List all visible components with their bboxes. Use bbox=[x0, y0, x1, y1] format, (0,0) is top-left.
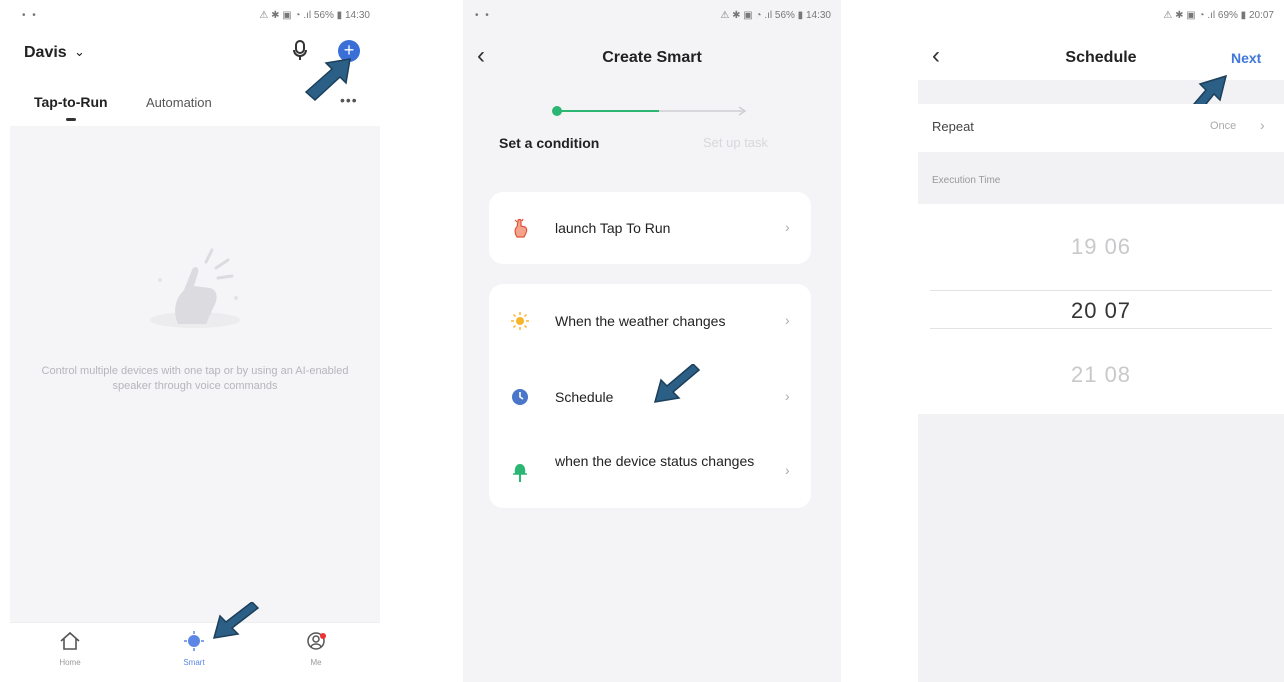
nav-me[interactable]: Me bbox=[286, 631, 346, 667]
more-options-icon[interactable]: ••• bbox=[340, 92, 358, 108]
status-indicators: ⚠ ✱ ▣ ◔ .ıl 56% ▮ 14:30 bbox=[720, 10, 831, 21]
condition-weather-changes[interactable]: When the weather changes › bbox=[489, 284, 811, 356]
home-icon bbox=[60, 631, 80, 650]
device-icon bbox=[513, 464, 527, 482]
picker-option-selected[interactable]: 20 07 bbox=[918, 298, 1284, 324]
chevron-right-icon: › bbox=[785, 462, 790, 478]
picker-option-below[interactable]: 21 08 bbox=[918, 362, 1284, 388]
nav-smart-label: Smart bbox=[183, 658, 205, 667]
chevron-right-icon: › bbox=[1260, 117, 1265, 133]
status-bar: ⚠ ✱ ▣ ◔ .ıl 69% ▮ 20:07 bbox=[918, 10, 1284, 26]
nav-me-label: Me bbox=[310, 658, 322, 667]
picker-divider bbox=[930, 290, 1272, 291]
condition-label: when the device status changes bbox=[555, 453, 755, 469]
status-notifications: • • bbox=[475, 10, 491, 21]
picker-hour: 21 bbox=[1070, 362, 1098, 387]
condition-label: launch Tap To Run bbox=[555, 220, 671, 236]
picker-minute: 08 bbox=[1104, 362, 1132, 387]
sun-icon bbox=[511, 312, 529, 330]
annotation-arrow-icon bbox=[653, 364, 701, 403]
picker-divider bbox=[930, 328, 1272, 329]
next-button[interactable]: Next bbox=[1231, 50, 1261, 66]
tap-hand-icon bbox=[514, 218, 528, 238]
picker-hour: 20 bbox=[1070, 298, 1098, 323]
empty-state-hand-icon bbox=[150, 248, 240, 328]
empty-state-description: Control multiple devices with one tap or… bbox=[41, 365, 349, 392]
status-bar: • • ⚠ ✱ ▣ ◔ .ıl 56% ▮ 14:30 bbox=[463, 10, 841, 26]
page-title: Create Smart bbox=[602, 49, 702, 66]
tab-tap-to-run[interactable]: Tap-to-Run bbox=[34, 94, 108, 110]
notification-dot bbox=[320, 633, 326, 639]
screen-schedule: ⚠ ✱ ▣ ◔ .ıl 69% ▮ 20:07 ‹ Schedule Next … bbox=[918, 0, 1284, 682]
screen-create-smart: • • ⚠ ✱ ▣ ◔ .ıl 56% ▮ 14:30 ‹ Create Sma… bbox=[463, 0, 841, 682]
home-selector[interactable]: Davis bbox=[24, 44, 67, 62]
tap-to-run-card: launch Tap To Run › bbox=[489, 192, 811, 264]
status-notifications: • • bbox=[22, 10, 38, 21]
picker-minute: 06 bbox=[1104, 234, 1132, 259]
active-tab-indicator bbox=[66, 118, 76, 121]
condition-device-status[interactable]: when the device status changes › bbox=[489, 436, 811, 508]
annotation-arrow-icon bbox=[212, 602, 260, 639]
screen-smart-home: • • ⚠ ✱ ▣ ◔ .ıl 56% ▮ 14:30 Davis ⌄ + Ta… bbox=[10, 0, 380, 682]
status-bar: • • ⚠ ✱ ▣ ◔ .ıl 56% ▮ 14:30 bbox=[10, 10, 380, 26]
bottom-navigation: Home Smart Me bbox=[10, 622, 380, 682]
chevron-right-icon: › bbox=[785, 312, 790, 328]
picker-minute: 07 bbox=[1104, 298, 1132, 323]
status-indicators: ⚠ ✱ ▣ ◔ .ıl 69% ▮ 20:07 bbox=[1163, 10, 1274, 21]
chevron-right-icon: › bbox=[785, 219, 790, 235]
chevron-right-icon: › bbox=[785, 388, 790, 404]
repeat-label: Repeat bbox=[932, 119, 974, 134]
status-indicators: ⚠ ✱ ▣ ◔ .ıl 56% ▮ 14:30 bbox=[259, 10, 370, 21]
time-picker[interactable]: 19 06 20 07 21 08 bbox=[918, 204, 1284, 414]
progress-indicator bbox=[552, 106, 747, 116]
page-title: Schedule bbox=[1065, 49, 1137, 66]
nav-home-label: Home bbox=[59, 658, 81, 667]
nav-home[interactable]: Home bbox=[40, 631, 100, 667]
chevron-down-icon[interactable]: ⌄ bbox=[74, 44, 85, 60]
repeat-value: Once bbox=[1210, 120, 1237, 132]
condition-label: When the weather changes bbox=[555, 313, 726, 329]
tab-automation[interactable]: Automation bbox=[146, 95, 212, 110]
picker-option-above[interactable]: 19 06 bbox=[918, 234, 1284, 260]
step-set-condition: Set a condition bbox=[499, 135, 600, 151]
smart-icon bbox=[184, 631, 204, 651]
clock-icon bbox=[512, 389, 528, 405]
condition-launch-tap-to-run[interactable]: launch Tap To Run › bbox=[489, 192, 811, 264]
picker-hour: 19 bbox=[1070, 234, 1098, 259]
repeat-row[interactable]: Repeat Once › bbox=[918, 104, 1284, 152]
condition-label: Schedule bbox=[555, 389, 614, 405]
execution-time-label: Execution Time bbox=[932, 175, 1001, 186]
step-set-up-task: Set up task bbox=[703, 135, 769, 150]
